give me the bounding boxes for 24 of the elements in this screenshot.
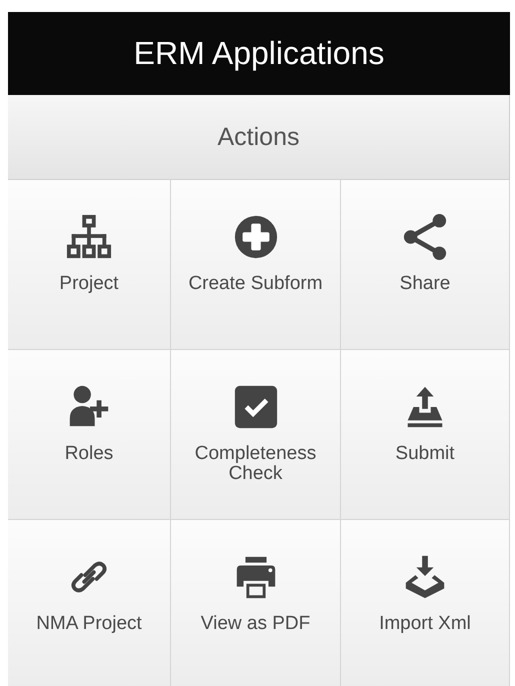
action-label: NMA Project — [35, 614, 143, 634]
action-tile[interactable]: Completeness Check — [171, 350, 341, 520]
action-label: View as PDF — [200, 614, 312, 634]
checkbox-icon — [232, 384, 278, 430]
action-tile[interactable]: Share — [341, 180, 510, 350]
action-tile[interactable]: Import Xml — [341, 520, 510, 686]
share-icon — [402, 214, 448, 260]
app-title: ERM Applications — [134, 35, 384, 72]
action-label: Create Subform — [187, 274, 324, 294]
action-label: Submit — [394, 444, 456, 464]
action-label: Import Xml — [378, 614, 472, 634]
panel-title: Actions — [218, 122, 300, 152]
action-tile[interactable]: Submit — [341, 350, 510, 520]
action-tile[interactable]: Roles — [8, 350, 171, 520]
action-tile[interactable]: Project — [8, 180, 171, 350]
action-tile[interactable]: Create Subform — [171, 180, 341, 350]
action-label: Project — [58, 274, 120, 294]
action-label: Share — [398, 274, 452, 294]
sitemap-icon — [66, 214, 112, 260]
action-tile[interactable]: View as PDF — [171, 520, 341, 686]
action-label: Roles — [64, 444, 114, 464]
action-tile[interactable]: NMA Project — [8, 520, 171, 686]
action-label: Completeness Check — [194, 444, 318, 484]
plus-circle-icon — [232, 214, 278, 260]
